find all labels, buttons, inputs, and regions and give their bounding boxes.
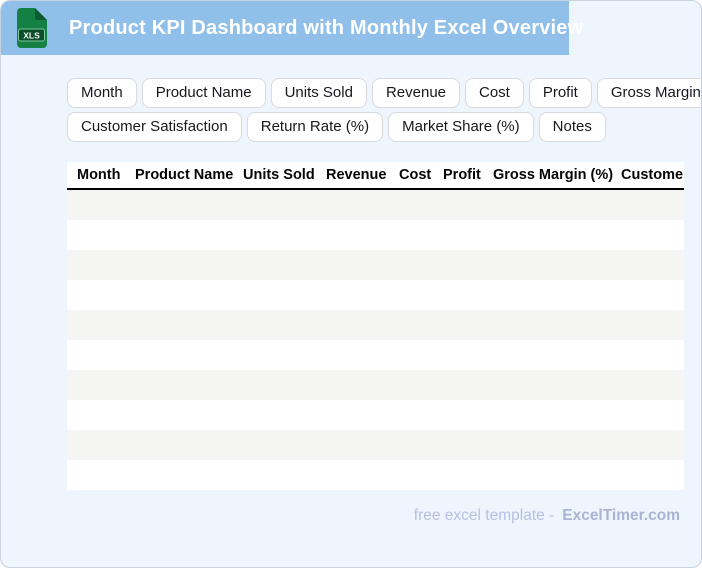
column-header-profit: Profit (443, 167, 493, 183)
template-preview-card: XLS Product KPI Dashboard with Monthly E… (0, 0, 702, 568)
table-row (67, 430, 684, 460)
table-row (67, 280, 684, 310)
table-body (67, 190, 684, 490)
column-chip-return-rate: Return Rate (%) (247, 112, 383, 142)
table-row (67, 400, 684, 430)
column-chip-revenue: Revenue (372, 78, 460, 108)
table-row (67, 460, 684, 490)
footer: free excel template - ExcelTimer.com (1, 507, 701, 525)
column-header-month: Month (67, 167, 135, 183)
header-banner: XLS Product KPI Dashboard with Monthly E… (1, 1, 569, 55)
column-chip-gross-margin: Gross Margin (%) (597, 78, 702, 108)
footer-caption: free excel template - (414, 507, 554, 524)
column-header-revenue: Revenue (326, 167, 399, 183)
column-header-customer-satisfaction: Customer Satisfaction (621, 167, 684, 183)
column-chip-units-sold: Units Sold (271, 78, 367, 108)
column-chip-month: Month (67, 78, 137, 108)
footer-brand-link[interactable]: ExcelTimer.com (562, 507, 680, 524)
preview-table: Month Product Name Units Sold Revenue Co… (67, 162, 684, 490)
table-row (67, 310, 684, 340)
table-row (67, 250, 684, 280)
xls-icon-label: XLS (23, 31, 40, 41)
table-header-row: Month Product Name Units Sold Revenue Co… (67, 162, 684, 190)
chip-row-1: Month Product Name Units Sold Revenue Co… (67, 78, 701, 108)
table-row (67, 370, 684, 400)
column-chip-market-share: Market Share (%) (388, 112, 534, 142)
table-row (67, 190, 684, 220)
column-header-product-name: Product Name (135, 167, 243, 183)
column-header-cost: Cost (399, 167, 443, 183)
column-chip-notes: Notes (539, 112, 606, 142)
column-chip-customer-satisfaction: Customer Satisfaction (67, 112, 242, 142)
column-header-gross-margin: Gross Margin (%) (493, 167, 621, 183)
chip-row-2: Customer Satisfaction Return Rate (%) Ma… (67, 112, 701, 142)
column-chip-profit: Profit (529, 78, 592, 108)
table-row (67, 220, 684, 250)
page-title: Product KPI Dashboard with Monthly Excel… (69, 17, 583, 40)
column-chip-cost: Cost (465, 78, 524, 108)
column-chip-list: Month Product Name Units Sold Revenue Co… (67, 78, 701, 142)
column-header-units-sold: Units Sold (243, 167, 326, 183)
table-row (67, 340, 684, 370)
xls-file-icon: XLS (17, 8, 47, 48)
column-chip-product-name: Product Name (142, 78, 266, 108)
